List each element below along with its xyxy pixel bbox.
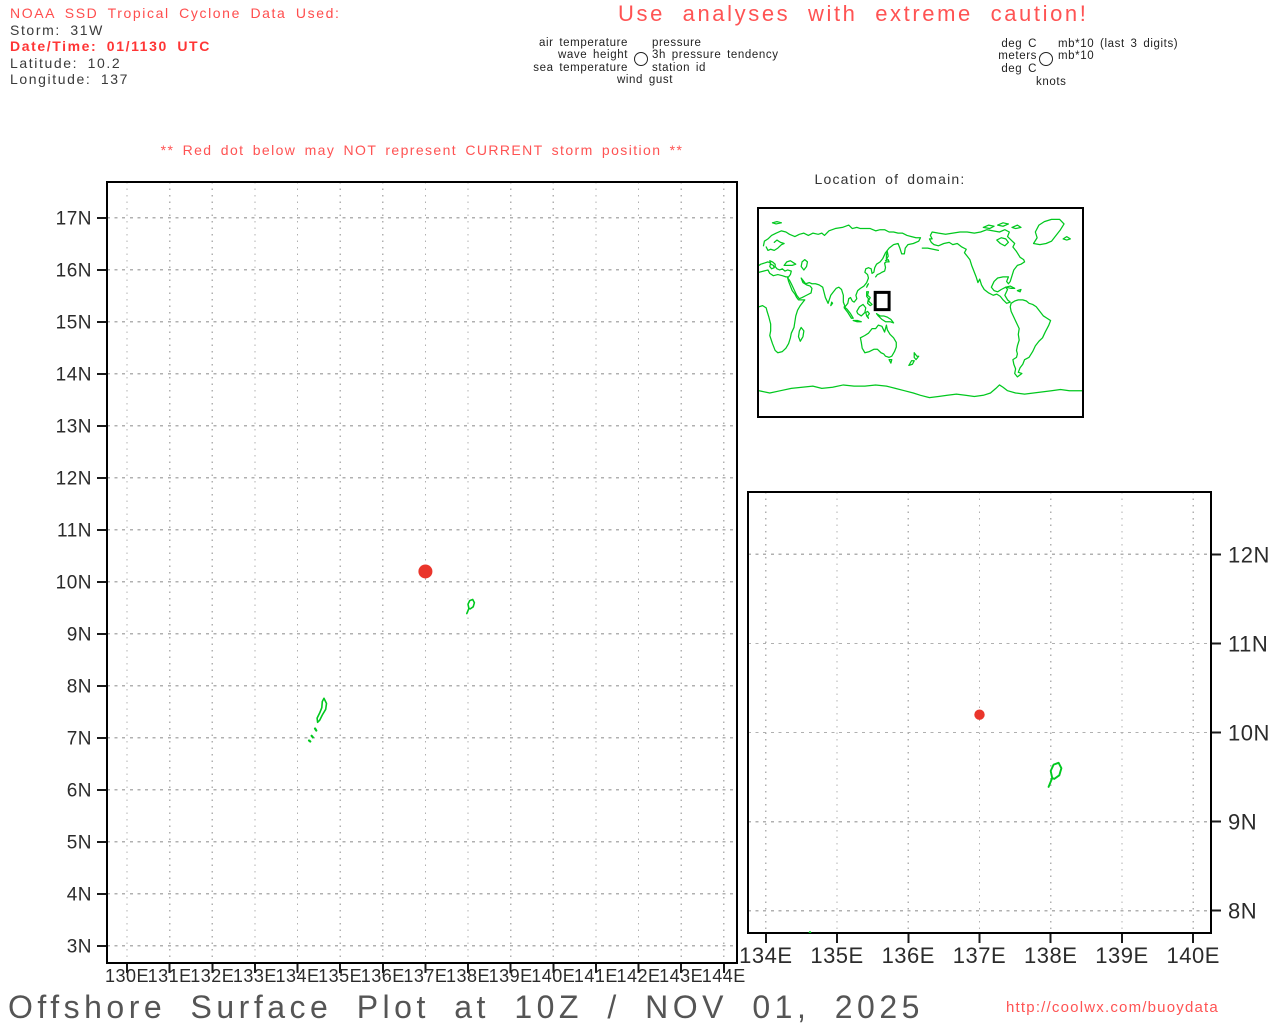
x-tick-label: 138E [1024,943,1077,968]
legend-variables-right-column: pressure 3h pressure tendency station id [652,37,779,74]
island-coastline [795,984,797,988]
sea-temp-unit-label: deg C [1001,62,1037,75]
x-tick-label: 135E [810,943,863,968]
main-chart: 130E131E132E133E134E135E136E137E138E139E… [56,180,746,986]
source-url-text: http://coolwx.com/buoydata [1006,999,1219,1016]
y-tick-label: 12N [1228,542,1270,567]
storm-position-warning: ** Red dot below may NOT represent CURRE… [160,142,684,158]
y-tick-label: 4N [67,884,92,905]
island-coastline [307,739,312,743]
air-temperature-label: air temperature [539,37,628,49]
wind-gust-unit-label: knots [1036,76,1067,88]
legend-units-left-column: deg C meters deg C [998,38,1037,75]
zoom-chart: 134E 135E 136E 137E 138E 139E 140E 8N 9N 10N 11N 12… [739,490,1270,988]
x-tick-label: 136E [882,943,935,968]
storm-position-dot [974,709,985,720]
x-tick-label: 137E [953,943,1006,968]
sea-temperature-label: sea temperature [533,61,628,74]
x-tick-label: 144E [702,966,746,986]
legend-units-right-column: mb*10 (last 3 digits) mb*10 [1058,38,1178,63]
storm-info-block: NOAA SSD Tropical Cyclone Data Used: Sto… [10,5,340,88]
y-tick-label: 17N [56,208,92,229]
world-coastline [853,321,861,322]
island-coastline [310,734,314,739]
x-tick-label: 134E [276,966,320,986]
y-tick-label: 8N [67,676,92,697]
y-tick-label: 15N [56,312,92,333]
x-tick-label: 130E [105,966,149,986]
island-coastline [465,598,476,615]
x-tick-label: 136E [361,966,405,986]
station-model-circle-icon [634,52,648,66]
x-tick-label: 142E [617,966,661,986]
station-id-label: station id [652,61,707,74]
x-tick-label: 134E [739,943,792,968]
air-temp-unit-label: deg C [1001,38,1037,50]
x-tick-label: 135E [318,966,362,986]
tendency-unit-label: mb*10 [1058,50,1095,63]
plot-title: Offshore Surface Plot at 10Z / NOV 01, 2… [8,989,924,1024]
y-tick-label: 8N [1228,899,1257,924]
station-model-circle-icon [1039,52,1053,66]
pressure-label: pressure [652,37,702,49]
island-coastline [313,727,318,732]
y-tick-label: 10N [56,572,92,593]
y-tick-label: 3N [67,936,92,957]
wave-height-unit-label: meters [998,50,1037,63]
data-source-line: NOAA SSD Tropical Cyclone Data Used: [10,5,341,21]
world-coastline [1017,290,1021,292]
wave-height-label: wave height [558,49,628,62]
island-coastlines [307,598,476,743]
domain-location-title: Location of domain: [814,171,966,187]
world-locator-map [756,206,1085,419]
island-coastlines [795,761,1063,988]
storm-position-dot [418,564,433,579]
x-tick-label: 132E [190,966,234,986]
x-tick-label: 138E [446,966,490,986]
y-tick-label: 7N [67,728,92,749]
x-tick-label: 139E [1095,943,1148,968]
x-tick-label: 140E [1166,943,1219,968]
y-tick-label: 9N [1228,810,1257,835]
storm-id-line: Storm: 31W [10,21,104,38]
datetime-line: Date/Time: 01/1130 UTC [10,38,211,55]
island-coastline [316,697,328,724]
legend-variables-left-column: air temperature wave height sea temperat… [533,37,628,74]
x-tick-label: 141E [574,966,618,986]
offshore-surface-plot-screen: 130E 131E 132E 133E 134E 135E 136E 137E 138E 139E… [0,0,1280,1024]
latitude-line: Latitude: 10.2 [10,54,122,71]
wind-gust-label: wind gust [617,74,673,86]
pressure-tendency-label: 3h pressure tendency [652,49,779,62]
y-tick-label: 5N [67,832,92,853]
y-tick-label: 10N [1228,721,1270,746]
x-tick-label: 139E [489,966,533,986]
pressure-unit-label: mb*10 (last 3 digits) [1058,38,1179,50]
longitude-line: Longitude: 137 [10,71,130,88]
y-tick-label: 11N [57,520,92,541]
y-tick-label: 6N [67,780,92,801]
x-tick-label: 143E [659,966,703,986]
y-tick-label: 9N [67,624,92,645]
y-tick-label: 12N [56,468,92,489]
x-tick-label: 137E [403,966,447,986]
y-tick-label: 13N [56,416,92,437]
x-tick-label: 131E [148,966,192,986]
x-tick-label: 133E [233,966,277,986]
y-tick-label: 14N [56,364,92,385]
caution-headline: Use analyses with extreme caution! [618,1,1089,26]
y-tick-label: 11N [1228,631,1268,656]
x-tick-label: 140E [531,966,575,986]
y-tick-label: 16N [56,260,92,281]
world-map-border [756,206,1085,419]
